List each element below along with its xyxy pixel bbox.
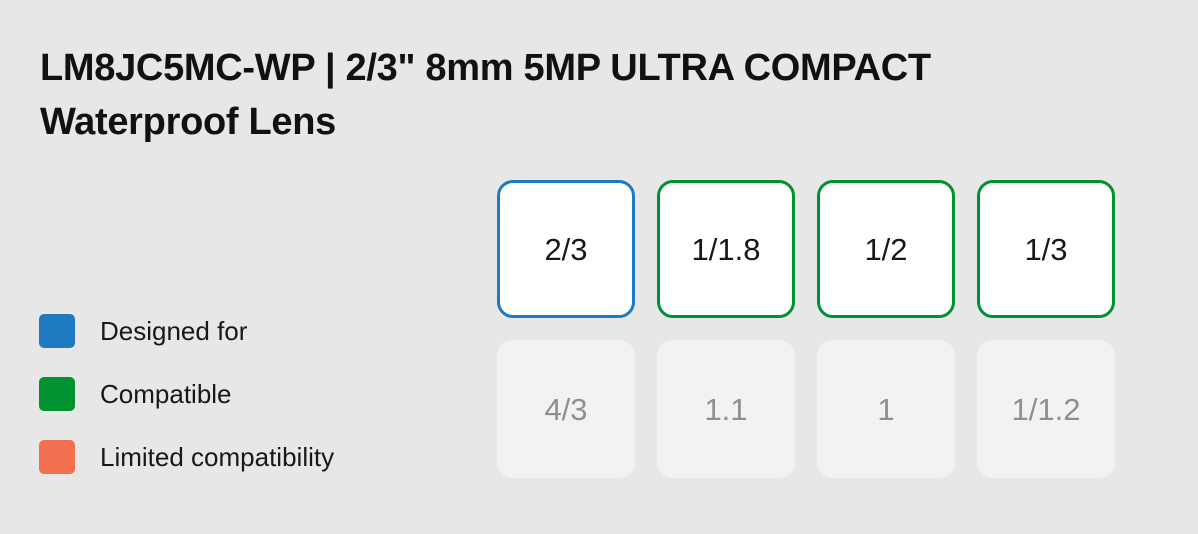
sensor-card-1-1-8[interactable]: 1/1.8 <box>657 180 795 318</box>
sensor-card-1-3[interactable]: 1/3 <box>977 180 1115 318</box>
legend-item-designed-for: Designed for <box>39 313 334 349</box>
legend-item-compatible: Compatible <box>39 376 334 412</box>
sensor-card-4-3: 4/3 <box>497 340 635 478</box>
sensor-card-1-2[interactable]: 1/2 <box>817 180 955 318</box>
legend: Designed for Compatible Limited compatib… <box>39 313 334 475</box>
sensor-card-label: 1/3 <box>1024 231 1068 267</box>
sensor-card-1-1-2: 1/1.2 <box>977 340 1115 478</box>
sensor-card-label: 1/1.2 <box>1011 391 1081 427</box>
sensor-card-1: 1 <box>817 340 955 478</box>
page-title: LM8JC5MC-WP | 2/3" 8mm 5MP ULTRA COMPACT… <box>40 47 931 143</box>
sensor-card-label: 1.1 <box>704 391 748 427</box>
sensor-card-2-3[interactable]: 2/3 <box>497 180 635 318</box>
legend-label-designed-for: Designed for <box>100 316 248 346</box>
sensor-card-label: 1/2 <box>864 231 908 267</box>
sensor-card-label: 1/1.8 <box>691 231 761 267</box>
legend-label-limited-compatibility: Limited compatibility <box>100 442 335 472</box>
lens-compatibility-card: LM8JC5MC-WP | 2/3" 8mm 5MP ULTRA COMPACT… <box>0 0 1198 534</box>
sensor-size-grid: 2/3 1/1.8 1/2 1/3 4/3 1.1 1 1/1.2 <box>497 180 1115 478</box>
legend-label-compatible: Compatible <box>100 379 232 409</box>
sensor-card-1-1: 1.1 <box>657 340 795 478</box>
sensor-card-label: 1 <box>877 391 895 427</box>
sensor-card-label: 4/3 <box>544 391 588 427</box>
sensor-card-label: 2/3 <box>544 231 588 267</box>
legend-swatch-compatible <box>39 377 75 411</box>
legend-item-limited-compatibility: Limited compatibility <box>39 439 334 475</box>
legend-swatch-limited-compatibility <box>39 440 75 474</box>
legend-swatch-designed-for <box>39 314 75 348</box>
